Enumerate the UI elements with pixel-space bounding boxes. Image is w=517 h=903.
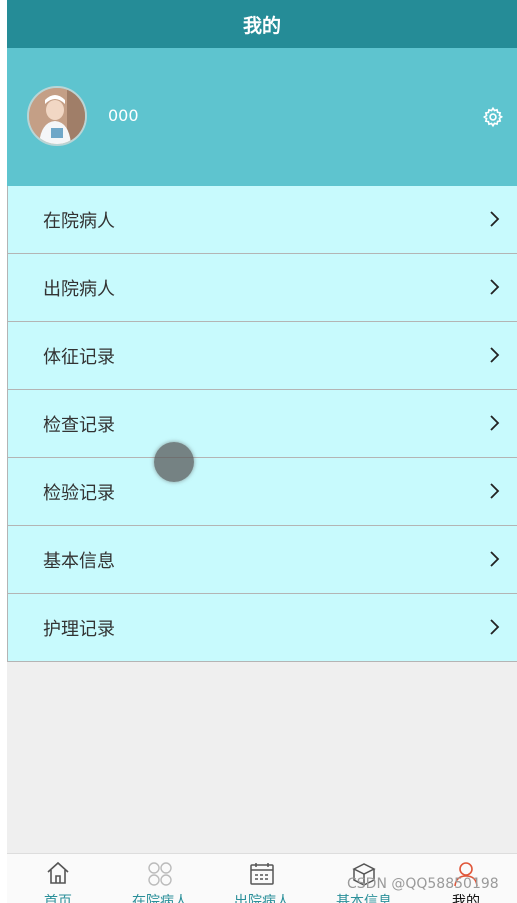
menu-item-discharged-patients[interactable]: 出院病人 (7, 254, 517, 322)
menu-item-exam-records[interactable]: 检查记录 (7, 390, 517, 458)
menu-item-inpatients[interactable]: 在院病人 (7, 186, 517, 254)
tab-label: 出院病人 (234, 894, 290, 903)
avatar[interactable] (27, 86, 87, 146)
watermark: CSDN @QQ58850198 (347, 876, 499, 892)
menu-item-basic-info[interactable]: 基本信息 (7, 526, 517, 594)
username: 000 (108, 106, 139, 125)
tab-label: 基本信息 (336, 894, 392, 903)
profile-card: 000 (7, 48, 517, 186)
grid-icon (148, 862, 172, 886)
chevron-right-icon (490, 211, 500, 227)
chevron-right-icon (490, 483, 500, 499)
page-header: 我的 (7, 0, 517, 48)
menu-list: 在院病人 出院病人 体征记录 检查记录 检验记录 基本信息 护理记录 (7, 186, 517, 662)
settings-gear-icon[interactable] (482, 106, 504, 128)
calendar-icon (250, 863, 274, 885)
page-title: 我的 (242, 14, 281, 37)
tab-home[interactable]: 首页 (7, 854, 109, 903)
chevron-right-icon (490, 551, 500, 567)
menu-item-label: 护理记录 (43, 618, 115, 640)
menu-item-lab-records[interactable]: 检验记录 (7, 458, 517, 526)
tab-inpatients[interactable]: 在院病人 (109, 854, 211, 903)
chevron-right-icon (490, 279, 500, 295)
menu-item-label: 检验记录 (43, 482, 115, 504)
tab-discharged-patients[interactable]: 出院病人 (211, 854, 313, 903)
tab-label: 我的 (452, 894, 480, 903)
menu-item-nursing-records[interactable]: 护理记录 (7, 594, 517, 662)
touch-indicator (154, 442, 194, 482)
chevron-right-icon (490, 619, 500, 635)
menu-item-label: 出院病人 (43, 278, 115, 300)
menu-item-label: 基本信息 (43, 550, 115, 572)
home-icon (47, 861, 69, 884)
chevron-right-icon (490, 347, 500, 363)
menu-item-label: 检查记录 (43, 414, 115, 436)
menu-item-label: 体征记录 (43, 346, 115, 368)
chevron-right-icon (490, 415, 500, 431)
menu-item-vital-signs[interactable]: 体征记录 (7, 322, 517, 390)
tab-label: 在院病人 (132, 894, 188, 903)
tab-label: 首页 (44, 894, 72, 903)
menu-item-label: 在院病人 (43, 210, 115, 232)
app-screen: 我的 000 在院病人 出院病人 体征记录 检查记录 检验记录 基本信息 护理记… (7, 0, 517, 903)
